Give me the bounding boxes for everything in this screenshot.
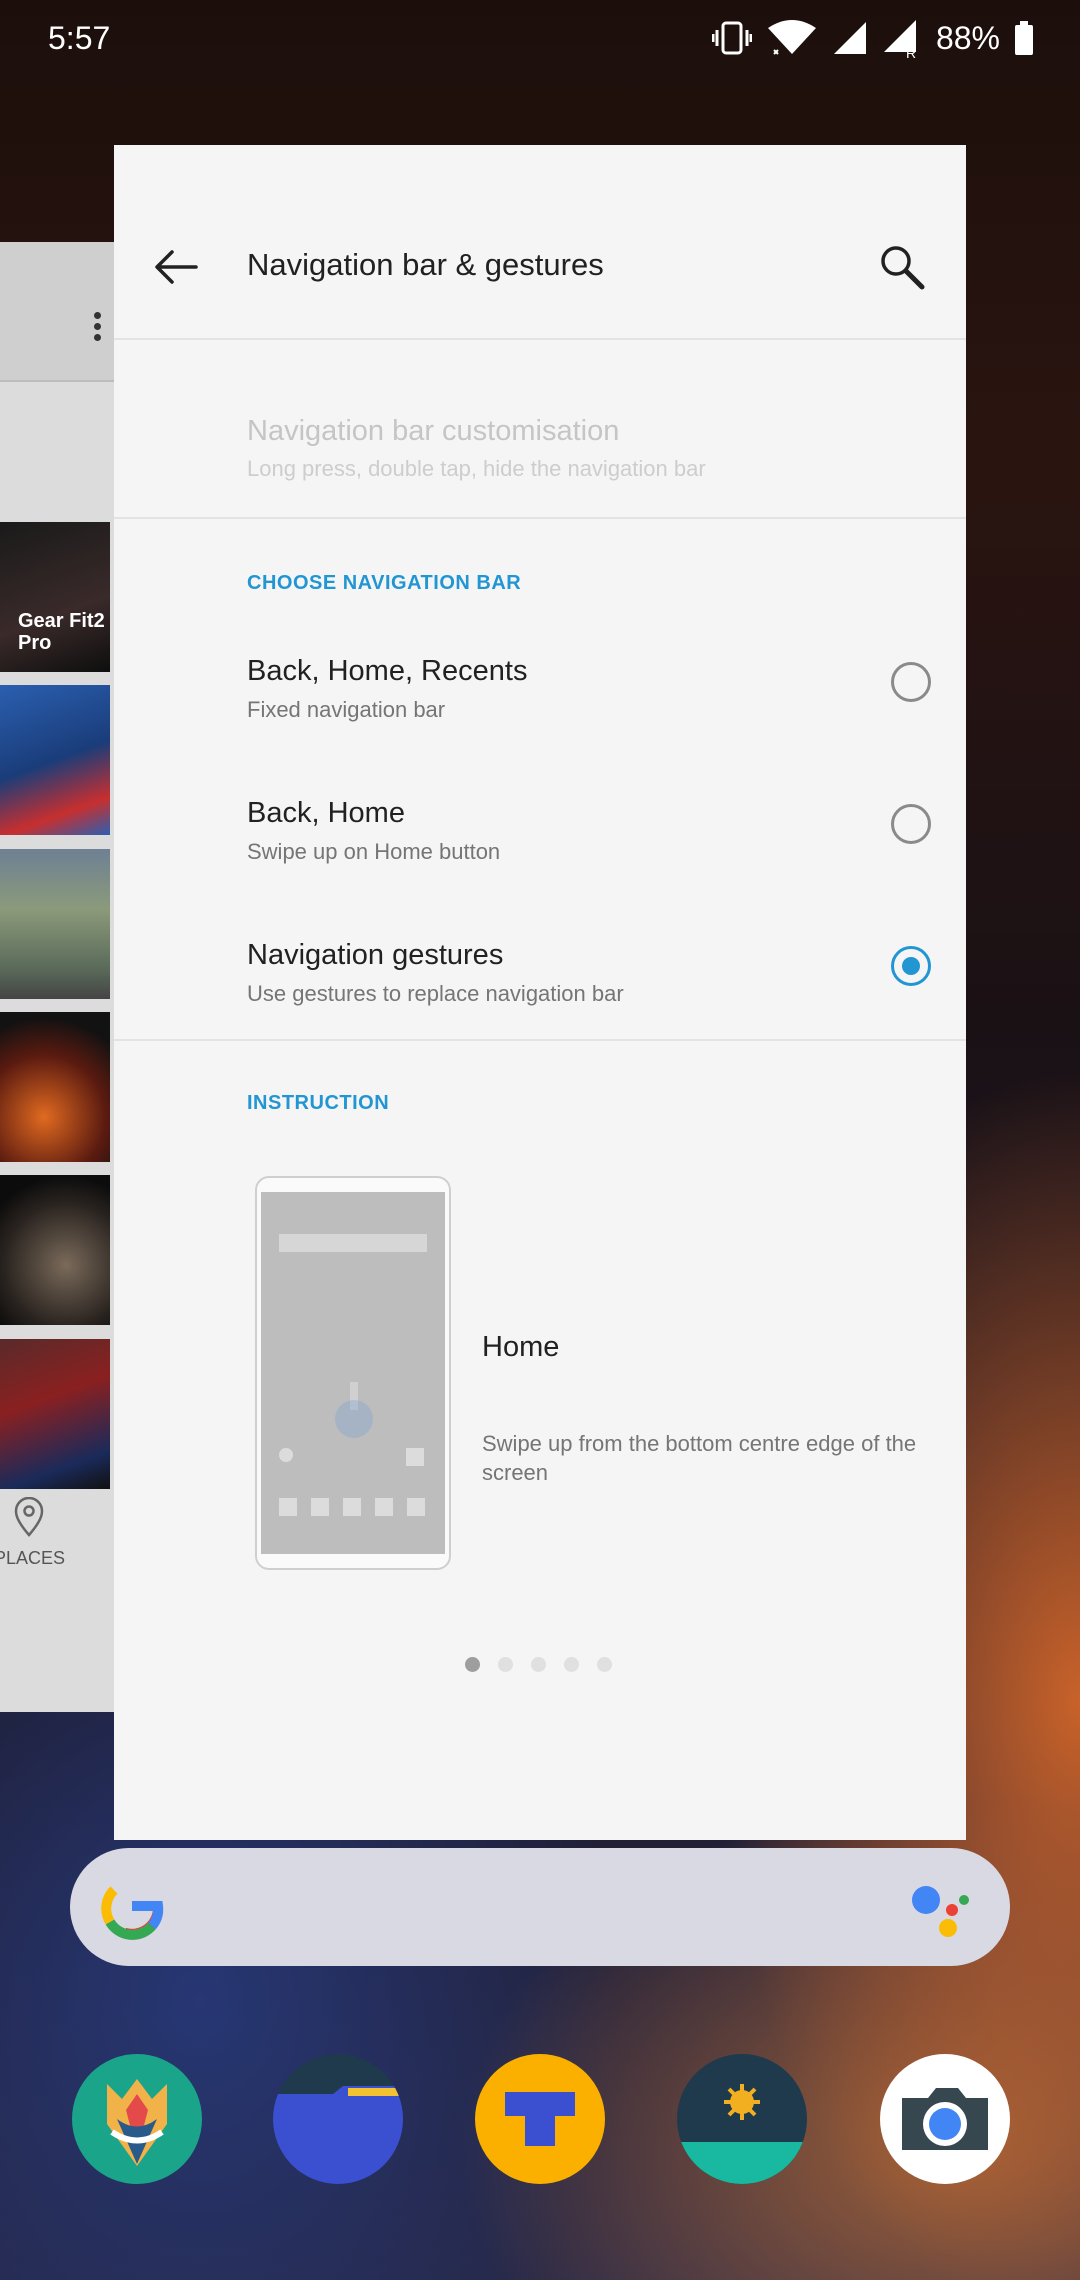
radio-button-selected[interactable] (891, 946, 931, 986)
choose-navigation-bar-header: CHOOSE NAVIGATION BAR (247, 572, 522, 594)
option-back-home-recents[interactable]: Back, Home, Recents Fixed navigation bar (114, 655, 966, 775)
clock: 5:57 (48, 20, 111, 56)
option-subtitle: Swipe up on Home button (247, 839, 501, 864)
gallery-thumbnail[interactable] (0, 685, 110, 835)
page-dot (564, 1657, 579, 1672)
google-search-bar[interactable] (70, 1848, 1010, 1966)
overflow-menu-icon[interactable] (94, 308, 102, 345)
gallery-thumbnail[interactable] (0, 1175, 110, 1325)
page-dot-active (465, 1657, 480, 1672)
page-dot (531, 1657, 546, 1672)
location-pin-icon[interactable] (12, 1497, 46, 1537)
option-back-home[interactable]: Back, Home Swipe up on Home button (114, 797, 966, 917)
option-navigation-gestures[interactable]: Navigation gestures Use gestures to repl… (114, 939, 966, 1059)
thumbnail-label: Gear Fit2 Pro (18, 610, 105, 654)
google-g-icon[interactable] (100, 1876, 164, 1940)
gallery-thumbnail[interactable] (0, 1012, 110, 1162)
magisk-icon[interactable] (72, 2054, 202, 2184)
status-bar: 5:57 R 88% (0, 0, 1080, 80)
gallery-thumbnail[interactable] (0, 1339, 110, 1489)
app-dock (0, 2054, 1080, 2184)
google-assistant-icon[interactable] (910, 1884, 970, 1940)
option-subtitle: Use gestures to replace navigation bar (247, 981, 624, 1006)
files-icon[interactable] (273, 2054, 403, 2184)
svg-text:R: R (906, 45, 916, 58)
divider (114, 1039, 966, 1041)
app-bar: Navigation bar & gestures (114, 145, 966, 340)
signal-icon (833, 22, 866, 54)
camera-icon[interactable] (880, 2054, 1010, 2184)
page-dot (498, 1657, 513, 1672)
signal-roaming-icon: R (883, 20, 916, 58)
page-title: Navigation bar & gestures (247, 247, 604, 282)
page-dot (597, 1657, 612, 1672)
page-indicator (465, 1657, 612, 1672)
battery-icon (1015, 21, 1033, 55)
radio-button[interactable] (891, 804, 931, 844)
option-title: Back, Home, Recents (247, 655, 528, 687)
phone-screen (261, 1192, 445, 1554)
gallery-thumbnail[interactable] (0, 849, 110, 999)
customisation-title: Navigation bar customisation (247, 415, 620, 447)
battery-percent: 88% (935, 19, 1000, 56)
instruction-title: Home (482, 1331, 560, 1363)
app-toolbar (0, 242, 114, 382)
gallery-thumbnail[interactable]: Gear Fit2 Pro (0, 522, 110, 672)
weather-icon[interactable] (677, 2054, 807, 2184)
instruction-header: INSTRUCTION (247, 1092, 390, 1114)
settings-panel: Navigation bar & gestures Navigation bar… (114, 145, 966, 1840)
typography-app-icon[interactable] (475, 2054, 605, 2184)
customisation-subtitle: Long press, double tap, hide the navigat… (247, 456, 706, 481)
instruction-description: Swipe up from the bottom centre edge of … (482, 1431, 917, 1485)
option-subtitle: Fixed navigation bar (247, 697, 446, 722)
divider (114, 517, 966, 519)
recent-app-card[interactable]: Gear Fit2 Pro PLACES (0, 242, 114, 1712)
search-icon[interactable] (876, 241, 928, 293)
radio-button[interactable] (891, 662, 931, 702)
gesture-illustration (255, 1176, 451, 1570)
navigation-bar-customisation-item[interactable]: Navigation bar customisation Long press,… (247, 415, 706, 482)
vibrate-icon (711, 21, 752, 55)
back-arrow-icon[interactable] (152, 245, 200, 289)
option-title: Back, Home (247, 797, 405, 829)
option-title: Navigation gestures (247, 939, 504, 971)
wifi-icon (767, 20, 816, 55)
places-tab-label[interactable]: PLACES (0, 1548, 108, 1569)
